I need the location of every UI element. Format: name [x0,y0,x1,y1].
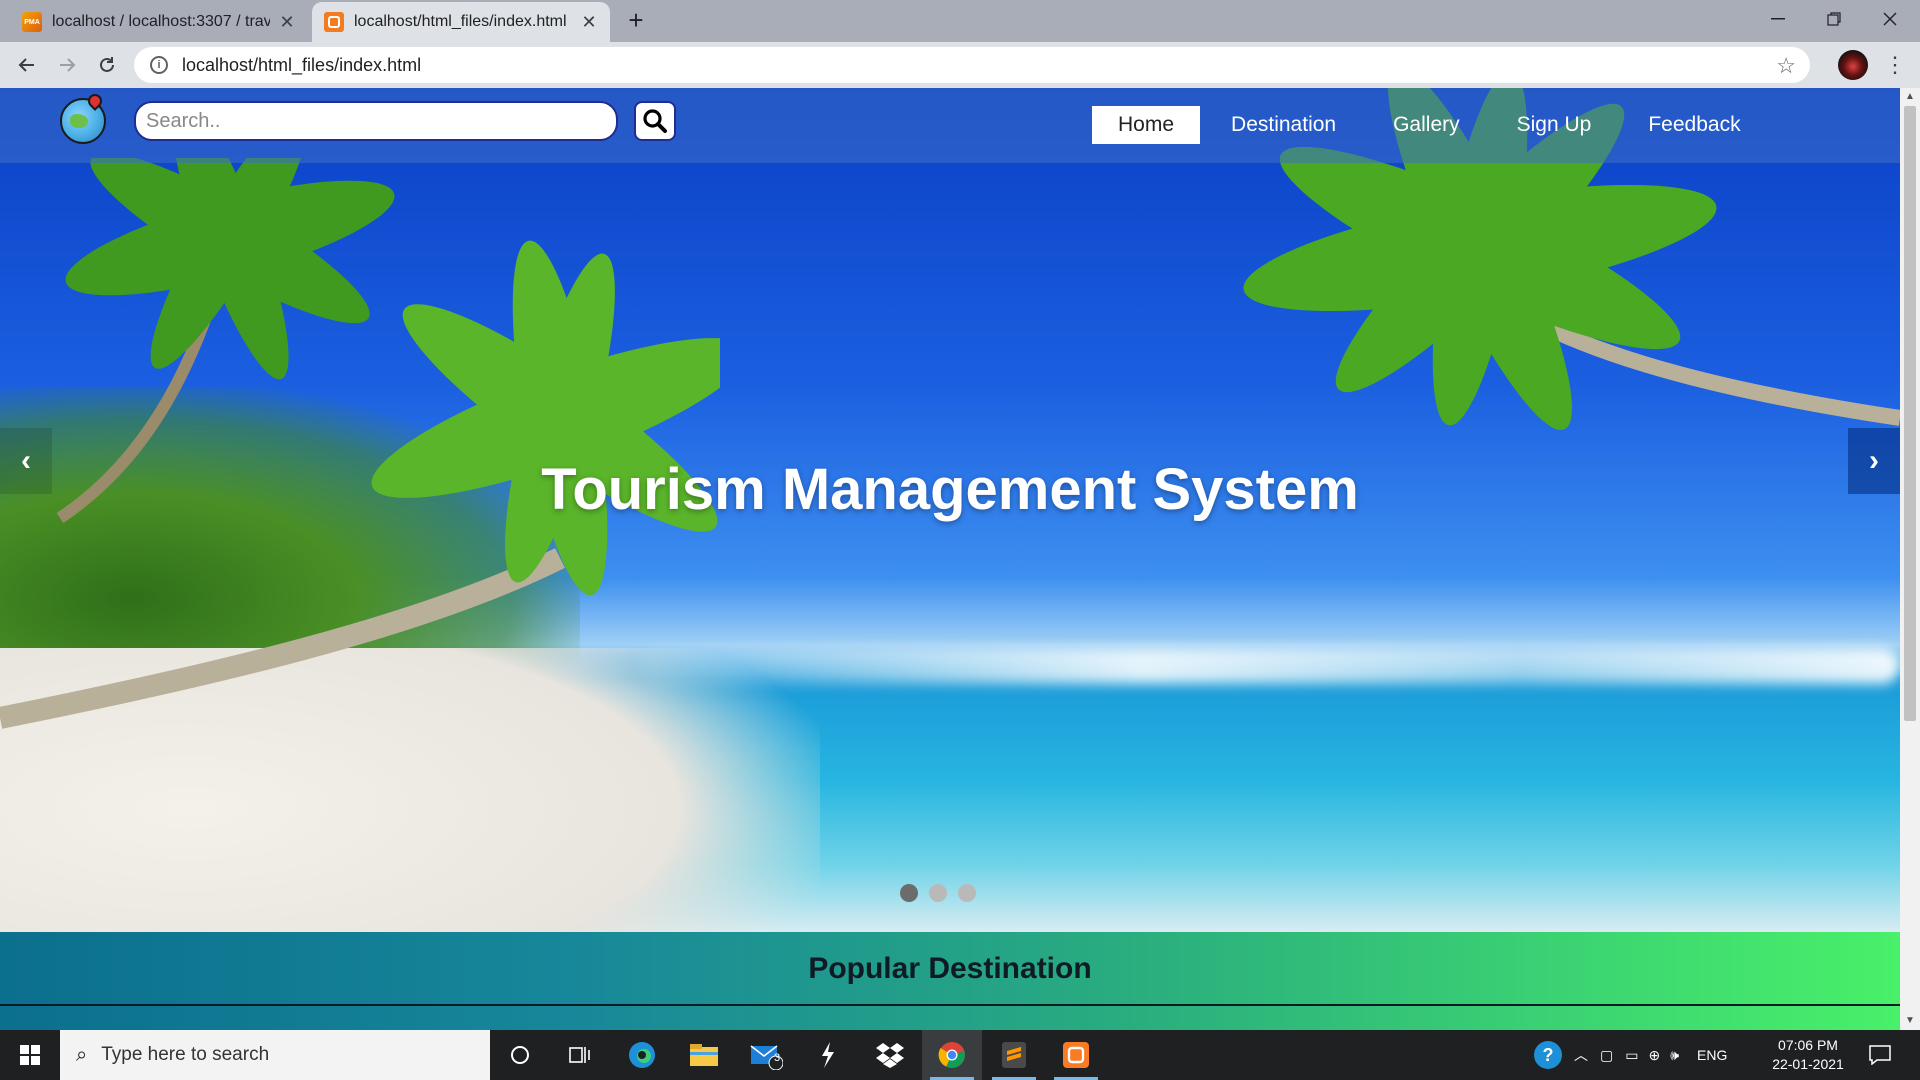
nav-gallery[interactable]: Gallery [1367,106,1486,144]
mail-icon[interactable]: 3 [736,1030,796,1080]
browser-toolbar: i localhost/html_files/index.html ☆ ⋮ [0,42,1920,88]
section-divider [0,1004,1900,1006]
cortana-icon[interactable] [490,1030,550,1080]
popular-destination-section: Popular Destination [0,932,1900,1030]
file-explorer-icon[interactable] [674,1030,734,1080]
carousel-prev-button[interactable]: ‹ [0,428,52,494]
tab-title: localhost/html_files/index.html [354,13,567,30]
map-pin-icon [85,91,105,111]
network-globe-icon[interactable]: ⊕ [1648,1047,1660,1064]
sublime-text-icon[interactable] [984,1030,1044,1080]
scrollbar-thumb[interactable] [1904,106,1916,721]
language-indicator[interactable]: ENG [1697,1047,1727,1063]
scroll-down-icon[interactable]: ▼ [1900,1012,1920,1030]
section-title: Popular Destination [808,952,1092,985]
nav-links: Home Destination Gallery Sign Up Feedbac… [1092,106,1772,144]
search-icon: ⌕ [76,1043,88,1066]
site-navbar: Home Destination Gallery Sign Up Feedbac… [0,88,1900,163]
close-tab-icon[interactable]: ✕ [580,13,598,31]
minimize-icon[interactable] [1750,0,1806,38]
scroll-up-icon[interactable]: ▲ [1900,88,1920,106]
carousel-indicators [900,884,976,902]
browser-tab-bar: PMA localhost / localhost:3307 / trave ✕… [0,0,1920,42]
carousel-next-button[interactable]: › [1848,428,1900,494]
nav-sign-up[interactable]: Sign Up [1491,106,1618,144]
search-button[interactable] [634,101,676,141]
carousel-dot-2[interactable] [929,884,947,902]
url-text[interactable]: localhost/html_files/index.html [182,55,421,76]
close-window-icon[interactable] [1862,0,1918,38]
volume-icon[interactable]: 🕪 [1670,1047,1679,1064]
chrome-icon[interactable] [922,1030,982,1080]
back-arrow-icon[interactable] [10,48,44,82]
page-scrollbar[interactable]: ▲ ▼ [1900,88,1920,1030]
help-icon[interactable]: ? [1534,1041,1562,1069]
profile-avatar[interactable] [1838,50,1868,80]
hero-title: Tourism Management System [541,457,1359,522]
windows-start-icon[interactable] [0,1030,60,1080]
system-tray: ? ︿ ▢ ▭ ⊕ 🕪 ENG [1534,1030,1727,1080]
site-search-input[interactable] [134,101,618,141]
xampp-favicon-icon [324,12,344,32]
browser-menu-icon[interactable]: ⋮ [1880,48,1910,82]
site-info-icon[interactable]: i [150,56,168,74]
address-bar[interactable]: i localhost/html_files/index.html ☆ [134,47,1810,83]
carousel-dot-3[interactable] [958,884,976,902]
dropbox-icon[interactable] [860,1030,920,1080]
edge-browser-icon[interactable] [612,1030,672,1080]
taskbar-search-placeholder: Type here to search [101,1044,270,1065]
nav-destination[interactable]: Destination [1205,106,1362,144]
close-tab-icon[interactable]: ✕ [278,13,296,31]
windows-taskbar: ⌕ Type here to search 3 ? ︿ ▢ ▭ ⊕ 🕪 ENG [0,1030,1920,1080]
page-viewport: Tourism Management System ‹ › Home Desti… [0,88,1900,1030]
taskbar-search-box[interactable]: ⌕ Type here to search [60,1030,490,1080]
tab-phpmyadmin[interactable]: PMA localhost / localhost:3307 / trave ✕ [10,2,308,42]
clock-date: 22-01-2021 [1772,1056,1844,1072]
bookmark-star-icon[interactable]: ☆ [1776,53,1796,79]
taskbar-clock[interactable]: 07:06 PM 22-01-2021 [1760,1036,1856,1074]
search-icon [643,109,667,133]
battery-icon[interactable]: ▭ [1625,1047,1638,1064]
clock-time: 07:06 PM [1778,1037,1838,1053]
new-tab-icon[interactable]: + [622,6,650,34]
xampp-icon[interactable] [1046,1030,1106,1080]
notifications-icon[interactable] [1850,1030,1910,1080]
globe-logo-icon[interactable] [60,91,106,144]
mail-badge: 3 [774,1052,781,1064]
tab-index-html[interactable]: localhost/html_files/index.html ✕ [312,2,610,42]
restore-icon[interactable] [1806,0,1862,38]
nav-feedback[interactable]: Feedback [1622,106,1766,144]
chevron-up-icon[interactable]: ︿ [1574,1045,1588,1065]
device-icon[interactable]: ▢ [1600,1047,1613,1064]
lightning-app-icon[interactable] [798,1030,858,1080]
tab-title: localhost / localhost:3307 / trave [52,13,270,30]
reload-icon[interactable] [90,48,124,82]
forward-arrow-icon[interactable] [50,48,84,82]
hero-carousel: Tourism Management System ‹ › [0,88,1900,932]
task-view-icon[interactable] [550,1030,610,1080]
horizon-clouds [640,648,1900,684]
carousel-dot-1[interactable] [900,884,918,902]
phpmyadmin-favicon-icon: PMA [22,12,42,32]
nav-home[interactable]: Home [1092,106,1201,144]
